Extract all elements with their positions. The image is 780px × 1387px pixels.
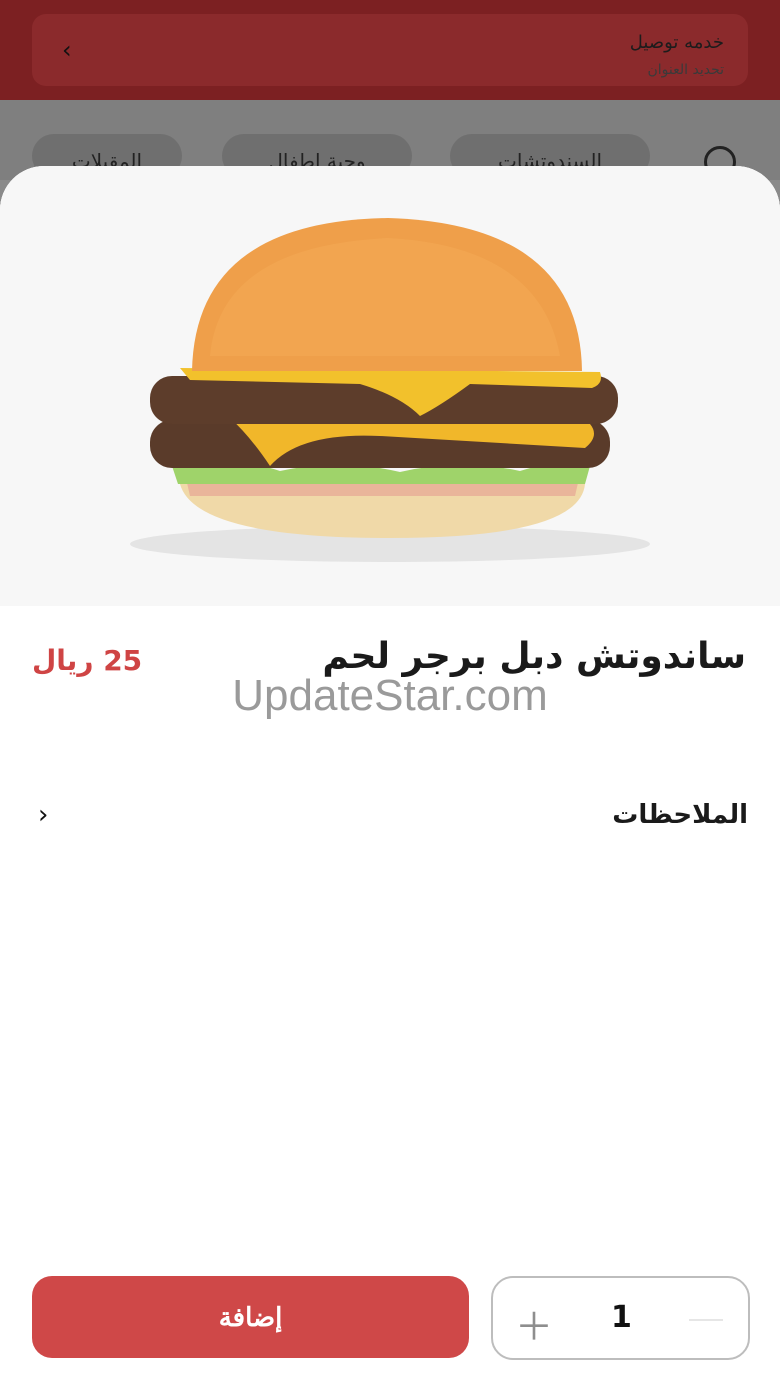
notes-label: الملاحظات [612, 800, 748, 830]
delivery-subtitle: تحديد العنوان [647, 62, 724, 78]
chevron-left-icon[interactable]: ‹ [62, 36, 72, 64]
quantity-value: 1 [611, 1300, 632, 1335]
delivery-title: خدمه توصيل [629, 32, 724, 53]
notes-row[interactable]: الملاحظات › [32, 784, 748, 844]
quantity-stepper[interactable]: ＋ 1 [491, 1276, 750, 1360]
chevron-right-icon[interactable]: › [38, 800, 48, 830]
delivery-address-card[interactable]: خدمه توصيل تحديد العنوان ‹ [32, 14, 748, 86]
product-image [0, 166, 780, 606]
minus-icon[interactable] [689, 1319, 723, 1321]
burger-image [0, 166, 780, 606]
plus-icon[interactable]: ＋ [515, 1296, 553, 1351]
product-sheet: ساندوتش دبل برجر لحم 25 ريال UpdateStar.… [0, 166, 780, 1387]
top-bar: خدمه توصيل تحديد العنوان ‹ [0, 0, 780, 100]
watermark-text: UpdateStar.com [232, 671, 548, 720]
add-button[interactable]: إضافة [32, 1276, 469, 1358]
